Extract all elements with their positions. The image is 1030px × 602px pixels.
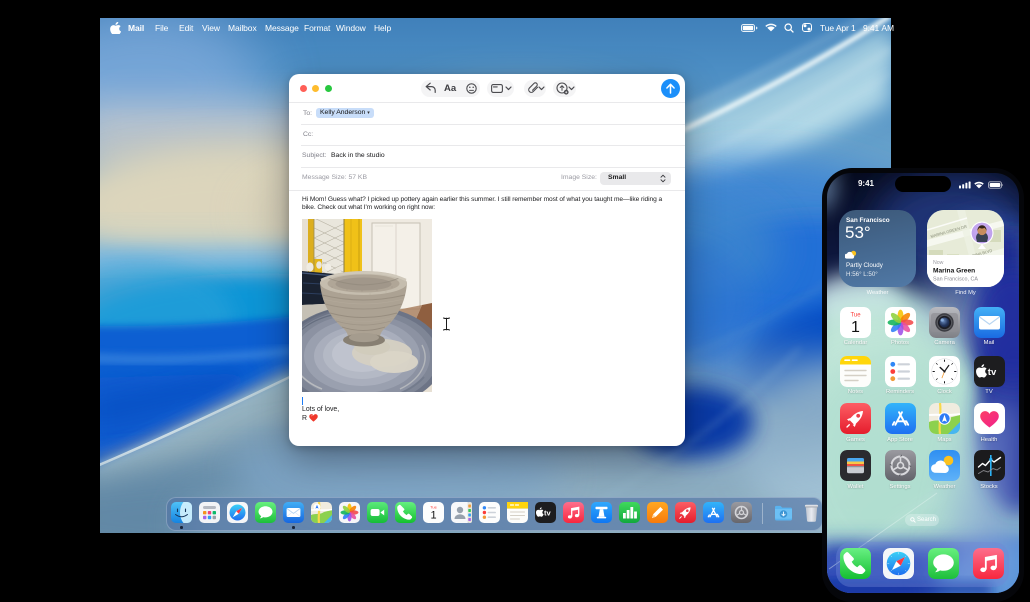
svg-text:Marina Green: Marina Green bbox=[933, 268, 975, 275]
svg-text:tv: tv bbox=[987, 367, 996, 378]
svg-text:1: 1 bbox=[430, 510, 436, 522]
svg-text:San Francisco, CA: San Francisco, CA bbox=[933, 277, 978, 283]
svg-text:Now: Now bbox=[933, 260, 944, 266]
svg-text:tv: tv bbox=[544, 509, 551, 518]
svg-text:Tue: Tue bbox=[850, 312, 861, 318]
svg-text:1: 1 bbox=[851, 319, 860, 336]
